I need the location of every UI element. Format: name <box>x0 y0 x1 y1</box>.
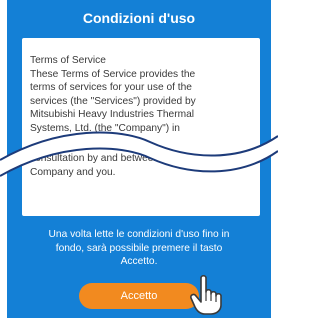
page-title: Condizioni d'uso <box>82 10 196 26</box>
pointing-hand-icon <box>190 274 222 315</box>
accept-button[interactable]: Accetto <box>79 283 199 309</box>
terms-text-bottom: consultation by and between the Company … <box>30 153 177 178</box>
terms-screen: Condizioni d'uso Terms of Service These … <box>7 0 271 318</box>
terms-panel[interactable]: Terms of Service These Terms of Service … <box>22 38 260 216</box>
terms-text-top: Terms of Service These Terms of Service … <box>30 55 196 134</box>
instruction-text: Una volta lette le condizioni d'uso fino… <box>48 229 230 268</box>
